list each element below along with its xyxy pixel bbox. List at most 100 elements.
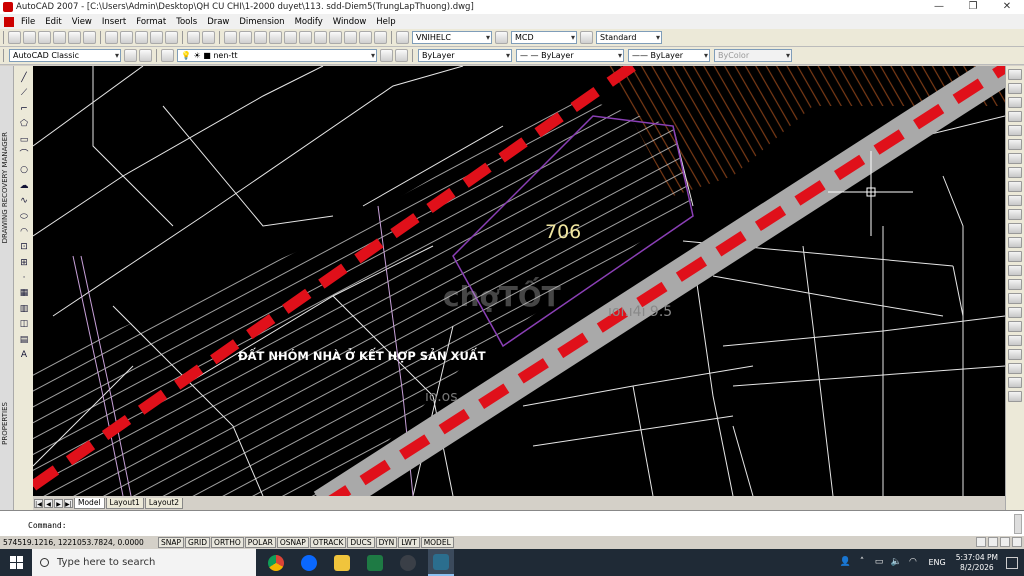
start-button[interactable] [0, 549, 32, 576]
draw-order-icon[interactable] [1008, 307, 1022, 318]
prev-tab-icon[interactable]: ◀ [44, 498, 53, 508]
osnap-none-icon[interactable] [1008, 377, 1022, 388]
save-icon[interactable] [38, 31, 51, 44]
ortho-toggle[interactable]: ORTHO [211, 537, 244, 548]
model-toggle[interactable]: MODEL [420, 537, 454, 548]
zoom-previous-icon[interactable] [269, 31, 282, 44]
undo-icon[interactable] [187, 31, 200, 44]
redo-icon[interactable] [202, 31, 215, 44]
ellipse-arc-icon[interactable]: ◠ [18, 226, 30, 238]
minimize-button[interactable]: — [922, 0, 956, 14]
table-style-icon[interactable] [580, 31, 593, 44]
menu-modify[interactable]: Modify [290, 17, 328, 27]
preview-icon[interactable] [68, 31, 81, 44]
chrome-taskbar-button[interactable] [263, 549, 289, 576]
polar-toggle[interactable]: POLAR [244, 537, 276, 548]
menu-draw[interactable]: Draw [202, 17, 234, 27]
menu-file[interactable]: File [16, 17, 40, 27]
table-style-dropdown[interactable]: Standard [596, 31, 662, 44]
circle-icon[interactable]: ○ [18, 164, 30, 176]
arc-icon[interactable]: ⌒ [18, 149, 30, 161]
osnap-toggle[interactable]: OSNAP [276, 537, 309, 548]
line-icon[interactable]: ╱ [18, 72, 30, 84]
move-icon[interactable] [1008, 139, 1022, 150]
volume-icon[interactable]: 🔈 [890, 557, 901, 568]
mirror-icon[interactable] [1008, 97, 1022, 108]
next-tab-icon[interactable]: ▶ [54, 498, 63, 508]
command-prompt[interactable]: Command: [28, 521, 67, 530]
dim-style-dropdown[interactable]: MCD [511, 31, 577, 44]
chevron-up-icon[interactable]: ˄ [856, 557, 867, 568]
coordinates-readout[interactable]: 574519.1216, 1221053.7824, 0.0000 [0, 538, 158, 547]
explode-icon[interactable] [1008, 293, 1022, 304]
notifications-icon[interactable] [1006, 556, 1018, 569]
otrack-toggle[interactable]: OTRACK [309, 537, 347, 548]
construction-line-icon[interactable]: ⟋ [18, 87, 30, 99]
multiline-text-icon[interactable]: A [18, 349, 30, 361]
zalo-taskbar-button[interactable] [296, 549, 322, 576]
menu-view[interactable]: View [67, 17, 97, 27]
osnap-midpoint-icon[interactable] [1008, 335, 1022, 346]
app-v-taskbar-button[interactable] [395, 549, 421, 576]
break-icon[interactable] [1008, 237, 1022, 248]
sheet-set-icon[interactable] [329, 31, 342, 44]
taskbar-search[interactable]: Type here to search [32, 549, 256, 576]
block-editor-icon[interactable] [165, 31, 178, 44]
join-icon[interactable] [1008, 251, 1022, 262]
array-icon[interactable] [1008, 125, 1022, 136]
break-at-point-icon[interactable] [1008, 223, 1022, 234]
extend-icon[interactable] [1008, 209, 1022, 220]
command-scrollbar[interactable] [1014, 514, 1022, 534]
snap-toggle[interactable]: SNAP [158, 537, 185, 548]
zoom-window-icon[interactable] [254, 31, 267, 44]
markup-icon[interactable] [344, 31, 357, 44]
layer-previous-icon[interactable] [395, 49, 408, 62]
dim-style-icon[interactable] [495, 31, 508, 44]
communication-icon[interactable] [976, 537, 986, 547]
menu-window[interactable]: Window [328, 17, 372, 27]
command-window[interactable]: Command: [0, 510, 1024, 536]
zoom-realtime-icon[interactable] [239, 31, 252, 44]
lwt-toggle[interactable]: LWT [398, 537, 420, 548]
osnap-center-icon[interactable] [1008, 363, 1022, 374]
network-icon[interactable]: ▭ [873, 557, 884, 568]
table-icon[interactable]: ▤ [18, 334, 30, 346]
drawing-canvas[interactable]: ıoı.ı4ı 9.5 ıo.os chợTỐT 706 ĐẤT NHÓM NH… [33, 66, 1005, 496]
offset-icon[interactable] [1008, 111, 1022, 122]
lineweight-dropdown[interactable]: —— ByLayer [628, 49, 710, 62]
ellipse-icon[interactable]: ⬭ [18, 211, 30, 223]
menu-dimension[interactable]: Dimension [234, 17, 289, 27]
help-icon[interactable] [374, 31, 387, 44]
grid-toggle[interactable]: GRID [185, 537, 211, 548]
menu-format[interactable]: Format [131, 17, 171, 27]
lock-icon[interactable] [988, 537, 998, 547]
osnap-settings-icon[interactable] [1008, 391, 1022, 402]
insert-block-icon[interactable]: ⊡ [18, 241, 30, 253]
plotstyle-dropdown[interactable]: ByColor [714, 49, 792, 62]
autocad-taskbar-button[interactable] [428, 549, 454, 576]
maximize-button[interactable]: ❐ [956, 0, 990, 14]
design-center-icon[interactable] [299, 31, 312, 44]
language-indicator[interactable]: ENG [928, 558, 945, 567]
cut-icon[interactable] [105, 31, 118, 44]
scale-icon[interactable] [1008, 167, 1022, 178]
drawing-recovery-manager-tab[interactable]: DRAWING RECOVERY MANAGER [1, 132, 9, 243]
tab-layout1[interactable]: Layout1 [105, 497, 144, 509]
erase-icon[interactable] [1008, 69, 1022, 80]
tab-layout2[interactable]: Layout2 [144, 497, 184, 509]
stretch-icon[interactable] [1008, 181, 1022, 192]
calculator-icon[interactable] [359, 31, 372, 44]
osnap-intersection-icon[interactable] [1008, 349, 1022, 360]
tab-model[interactable]: Model [74, 497, 105, 509]
match-properties-icon[interactable] [150, 31, 163, 44]
paste-icon[interactable] [135, 31, 148, 44]
region-icon[interactable]: ◫ [18, 318, 30, 330]
open-icon[interactable] [23, 31, 36, 44]
menu-help[interactable]: Help [371, 17, 400, 27]
tool-palettes-icon[interactable] [314, 31, 327, 44]
ducs-toggle[interactable]: DUCS [347, 537, 375, 548]
pan-icon[interactable] [224, 31, 237, 44]
gradient-icon[interactable]: ▥ [18, 303, 30, 315]
trim-icon[interactable] [1008, 195, 1022, 206]
wifi-icon[interactable]: ◠ [907, 557, 918, 568]
